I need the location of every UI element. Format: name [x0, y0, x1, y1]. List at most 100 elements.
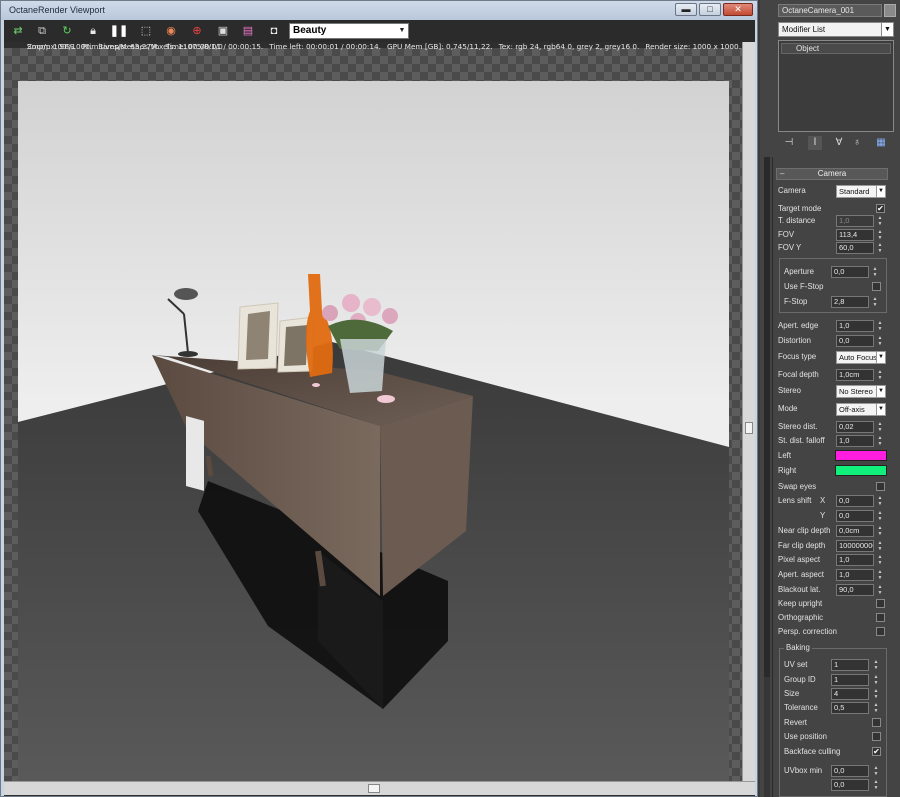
vertical-scroll-thumb[interactable]	[745, 422, 753, 434]
backface-culling-checkbox[interactable]: ✔	[872, 747, 881, 756]
tolerance-field[interactable]: 0,5	[831, 702, 869, 714]
lock-icon[interactable]: 🔒︎	[85, 23, 101, 39]
lens-shift-x-field[interactable]: 0,0	[836, 495, 874, 507]
uvbox-min-v-field[interactable]: 0,0	[831, 779, 869, 791]
st-dist-falloff-field[interactable]: 1,0	[836, 435, 874, 447]
focus-type-dropdown[interactable]: Auto Focus ▼	[836, 351, 886, 364]
spinner-arrows-icon[interactable]: ▲ ▼	[871, 266, 879, 278]
minimize-button[interactable]: ▬	[675, 3, 697, 16]
fstop-field[interactable]: 2,8	[831, 296, 869, 308]
t-distance-field[interactable]: 1,0	[836, 215, 874, 227]
collapse-icon: –	[780, 169, 785, 178]
near-clip-field[interactable]: 0,0cm	[836, 525, 874, 537]
vertical-scrollbar[interactable]	[742, 42, 755, 782]
copy-render-icon[interactable]: ⧉	[34, 23, 50, 39]
spinner-arrows-icon[interactable]: ▲ ▼	[876, 495, 884, 507]
pixel-aspect-field[interactable]: 1,0	[836, 554, 874, 566]
spinner-arrows-icon[interactable]: ▲ ▼	[872, 702, 880, 714]
spinner-arrows-icon[interactable]: ▲ ▼	[876, 525, 884, 537]
fov-y-field[interactable]: 60,0	[836, 242, 874, 254]
uvbox-min-row-2: 0,0 ▲ ▼	[784, 779, 896, 792]
spinner-arrows-icon[interactable]: ▲ ▼	[876, 421, 884, 433]
stereo-dropdown[interactable]: No Stereo ▼	[836, 385, 886, 398]
aperture-field[interactable]: 0,0	[831, 266, 869, 278]
focal-depth-field[interactable]: 1,0cm	[836, 369, 874, 381]
stack-item-object[interactable]: Object	[781, 43, 891, 54]
modifier-list-dropdown[interactable]: Modifier List ▼	[778, 22, 894, 37]
spinner-arrows-icon[interactable]: ▲ ▼	[876, 569, 884, 581]
render-pass-dropdown[interactable]: Beauty ▼	[289, 23, 409, 39]
mode-dropdown[interactable]: Off-axis ▼	[836, 403, 886, 416]
apert-edge-field[interactable]: 1,0	[836, 320, 874, 332]
configure-modifier-sets-icon[interactable]: ▦	[874, 136, 888, 150]
spinner-arrows-icon[interactable]: ▲ ▼	[872, 688, 880, 700]
save-image-icon[interactable]: ▣	[215, 23, 231, 39]
window-title-bar[interactable]: OctaneRender Viewport ▬ □ ✕	[1, 1, 757, 20]
size-field[interactable]: 4	[831, 688, 869, 700]
restart-render-icon[interactable]: ↻	[59, 23, 75, 39]
apert-aspect-field[interactable]: 1,0	[836, 569, 874, 581]
lens-shift-y-field[interactable]: 0,0	[836, 510, 874, 522]
group-id-field[interactable]: 1	[831, 674, 869, 686]
stereo-value: No Stereo	[839, 387, 873, 396]
fstop-row: F-Stop 2,8 ▲ ▼	[784, 296, 896, 309]
film-icon[interactable]: ◘	[266, 23, 282, 39]
camera-rollout-header[interactable]: – Camera	[776, 168, 888, 180]
keep-upright-checkbox[interactable]	[876, 599, 885, 608]
camera-type-dropdown[interactable]: Standard ▼	[836, 185, 886, 198]
spinner-arrows-icon[interactable]: ▲ ▼	[872, 765, 880, 777]
pause-icon[interactable]: ❚❚	[110, 23, 128, 39]
spinner-arrows-icon[interactable]: ▲ ▼	[876, 435, 884, 447]
spinner-arrows-icon[interactable]: ▲ ▼	[876, 335, 884, 347]
spinner-arrows-icon[interactable]: ▲ ▼	[872, 659, 880, 671]
region-render-icon[interactable]: ⬚	[138, 23, 154, 39]
right-color-label: Right	[778, 466, 797, 475]
pin-stack-icon[interactable]: ⊣	[782, 136, 796, 150]
object-name-field[interactable]: OctaneCamera_001	[778, 4, 882, 17]
swap-eyes-checkbox[interactable]	[876, 482, 885, 491]
spinner-arrows-icon[interactable]: ▲ ▼	[872, 674, 880, 686]
spinner-arrows-icon[interactable]: ▲ ▼	[876, 510, 884, 522]
spinner-arrows-icon[interactable]: ▲ ▼	[871, 296, 879, 308]
object-color-swatch[interactable]	[884, 4, 896, 17]
persp-correction-checkbox[interactable]	[876, 627, 885, 636]
revert-checkbox[interactable]	[872, 718, 881, 727]
show-end-result-icon[interactable]: Ⅰ	[808, 136, 822, 150]
spinner-arrows-icon[interactable]: ▲ ▼	[876, 320, 884, 332]
render-area[interactable]	[4, 48, 742, 792]
focus-picker-icon[interactable]: ⊕	[189, 23, 205, 39]
color-picker-icon[interactable]: ◉	[163, 23, 179, 39]
viewport-body: ⇄ ⧉ ↻ 🔒︎ ❚❚ ⬚ ◉ ⊕ ▣ ▤ ◘ Beauty ▼ Smp/px:…	[4, 20, 755, 796]
spinner-arrows-icon[interactable]: ▲ ▼	[876, 540, 884, 552]
stereo-dist-field[interactable]: 0,02	[836, 421, 874, 433]
horizontal-scroll-thumb[interactable]	[368, 784, 380, 793]
horizontal-scrollbar[interactable]	[4, 781, 755, 795]
distortion-field[interactable]: 0,0	[836, 335, 874, 347]
far-clip-field[interactable]: 100000000	[836, 540, 874, 552]
spinner-arrows-icon[interactable]: ▲ ▼	[876, 584, 884, 596]
spinner-arrows-icon[interactable]: ▲ ▼	[872, 779, 880, 791]
blackout-lat-field[interactable]: 90,0	[836, 584, 874, 596]
spinner-arrows-icon[interactable]: ▲ ▼	[876, 229, 884, 241]
remove-modifier-icon[interactable]: ♁	[850, 136, 864, 150]
spinner-arrows-icon[interactable]: ▲ ▼	[876, 215, 884, 227]
spinner-arrows-icon[interactable]: ▲ ▼	[876, 554, 884, 566]
panel-scrollbar[interactable]	[764, 157, 770, 797]
left-color-swatch[interactable]	[835, 450, 887, 461]
make-unique-icon[interactable]: ∀	[832, 136, 846, 150]
spinner-arrows-icon[interactable]: ▲ ▼	[876, 369, 884, 381]
clapper-icon[interactable]: ▤	[240, 23, 256, 39]
right-color-swatch[interactable]	[835, 465, 887, 476]
use-position-checkbox[interactable]	[872, 732, 881, 741]
uv-set-field[interactable]: 1	[831, 659, 869, 671]
fov-field[interactable]: 113,4	[836, 229, 874, 241]
maximize-button[interactable]: □	[699, 3, 721, 16]
use-fstop-checkbox[interactable]	[872, 282, 881, 291]
orthographic-checkbox[interactable]	[876, 613, 885, 622]
panel-scroll-thumb[interactable]	[764, 157, 770, 677]
uvbox-min-u-field[interactable]: 0,0	[831, 765, 869, 777]
spinner-arrows-icon[interactable]: ▲ ▼	[876, 242, 884, 254]
send-to-octane-icon[interactable]: ⇄	[10, 23, 26, 39]
close-button[interactable]: ✕	[723, 3, 753, 16]
target-mode-checkbox[interactable]: ✔	[876, 204, 885, 213]
